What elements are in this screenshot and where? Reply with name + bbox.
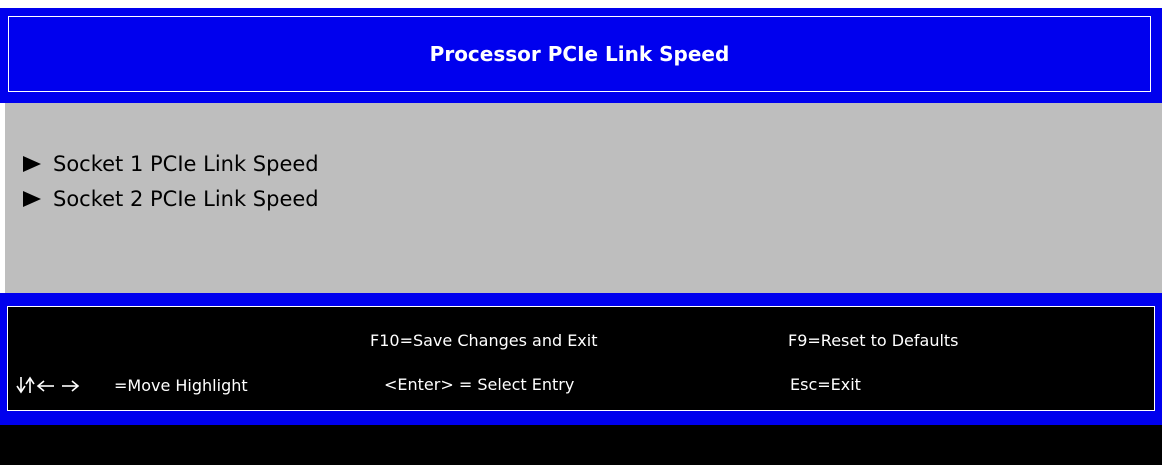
move-highlight-hint: =Move Highlight bbox=[16, 375, 248, 395]
menu-item-socket-1-pcie-link-speed[interactable]: Socket 1 PCIe Link Speed bbox=[23, 146, 319, 181]
menu-item-label: Socket 2 PCIe Link Speed bbox=[53, 186, 319, 211]
bottom-status-bar bbox=[0, 425, 1162, 465]
arrow-keys-icon bbox=[16, 375, 112, 395]
esc-exit-hint: Esc=Exit bbox=[790, 375, 861, 394]
submenu-arrow-icon bbox=[23, 155, 41, 172]
title-band: Processor PCIe Link Speed bbox=[0, 8, 1162, 103]
submenu-arrow-icon bbox=[23, 190, 41, 207]
menu-item-label: Socket 1 PCIe Link Speed bbox=[53, 151, 319, 176]
bios-screen: Processor PCIe Link Speed Socket 1 PCIe … bbox=[0, 0, 1162, 465]
reset-defaults-hint: F9=Reset to Defaults bbox=[788, 331, 959, 350]
menu-item-socket-2-pcie-link-speed[interactable]: Socket 2 PCIe Link Speed bbox=[23, 181, 319, 216]
select-entry-hint: <Enter> = Select Entry bbox=[384, 375, 575, 394]
submenu-list: Socket 1 PCIe Link Speed Socket 2 PCIe L… bbox=[23, 146, 319, 216]
menu-content-area: Socket 1 PCIe Link Speed Socket 2 PCIe L… bbox=[5, 103, 1162, 293]
key-help-panel: F10=Save Changes and Exit F9=Reset to De… bbox=[7, 306, 1155, 411]
footer-band: F10=Save Changes and Exit F9=Reset to De… bbox=[0, 293, 1162, 425]
save-exit-hint: F10=Save Changes and Exit bbox=[370, 331, 598, 350]
move-highlight-label: =Move Highlight bbox=[114, 375, 248, 395]
page-title: Processor PCIe Link Speed bbox=[429, 42, 730, 66]
title-frame: Processor PCIe Link Speed bbox=[8, 16, 1151, 92]
